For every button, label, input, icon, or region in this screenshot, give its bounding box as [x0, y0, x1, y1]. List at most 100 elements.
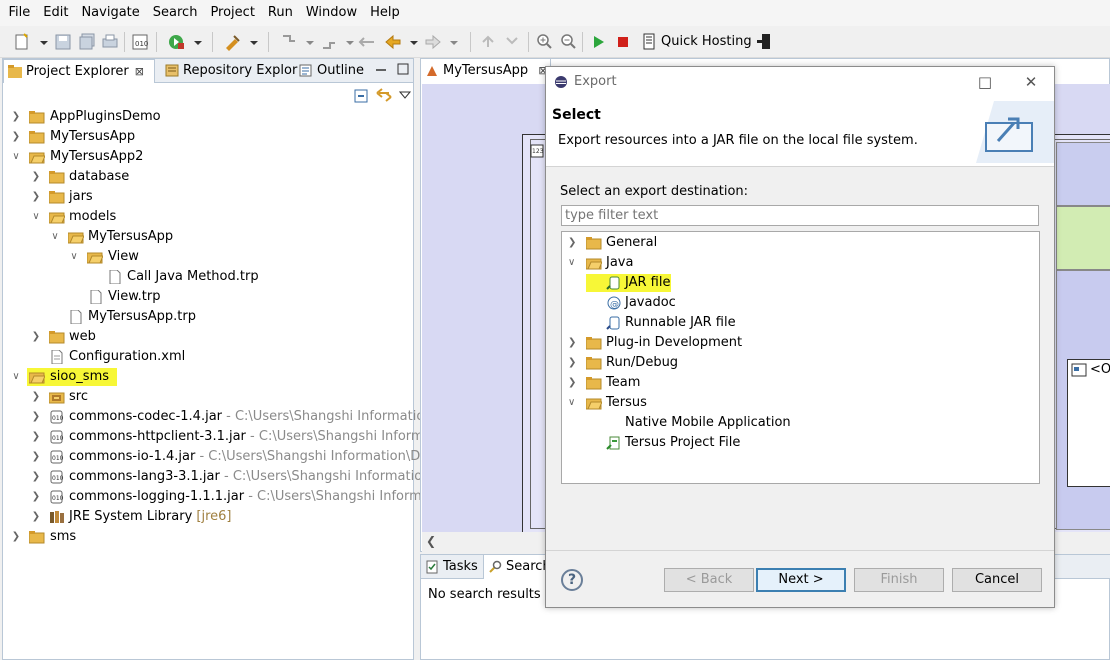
- expand-icon[interactable]: ❯: [568, 233, 576, 253]
- back-button[interactable]: < Back: [664, 568, 754, 592]
- tree-item-call-java-method[interactable]: Call Java Method.trp: [3, 267, 413, 287]
- expand-icon[interactable]: ❯: [11, 527, 21, 547]
- minimize-icon[interactable]: [375, 64, 387, 76]
- model-element-box[interactable]: <O: [1067, 359, 1110, 487]
- save-all-icon[interactable]: [79, 33, 95, 51]
- scroll-left-icon[interactable]: ❮: [426, 534, 436, 548]
- tree-item-web[interactable]: ❯ web: [3, 327, 413, 347]
- tree-item-jar[interactable]: ❯ 010 commons-io-1.4.jar - C:\Users\Shan…: [3, 447, 456, 467]
- editor-tab-mytersusapp[interactable]: MyTersusApp ⊠: [421, 59, 551, 83]
- menu-help[interactable]: Help: [364, 0, 407, 26]
- save-icon[interactable]: [55, 33, 71, 51]
- wizard-item-tersus-project-file[interactable]: Tersus Project File: [562, 433, 1039, 453]
- tree-item-database[interactable]: ❯ database: [3, 167, 413, 187]
- collapse-icon[interactable]: ∨: [11, 367, 21, 387]
- tree-item-jar[interactable]: ❯ 010 commons-httpclient-3.1.jar - C:\Us…: [3, 427, 457, 447]
- forward-arrow-icon[interactable]: [424, 33, 460, 51]
- zoom-out-icon[interactable]: [560, 33, 576, 51]
- back-arrow-icon[interactable]: [384, 33, 420, 51]
- new-icon[interactable]: [14, 33, 48, 51]
- tree-item-mytersusapp-trp[interactable]: MyTersusApp.trp: [3, 307, 413, 327]
- expand-icon[interactable]: ❯: [31, 187, 41, 207]
- collapse-icon[interactable]: ∨: [69, 247, 79, 267]
- expand-icon[interactable]: ❯: [31, 407, 41, 427]
- menu-window[interactable]: Window: [299, 0, 363, 26]
- tree-item-configuration-xml[interactable]: Configuration.xml: [3, 347, 413, 367]
- tab-tasks[interactable]: Tasks: [421, 555, 481, 579]
- help-icon[interactable]: ?: [561, 569, 583, 591]
- link-with-editor-icon[interactable]: [375, 87, 393, 103]
- expand-icon[interactable]: ❯: [31, 487, 41, 507]
- wizard-category-plugin-development[interactable]: ❯ Plug-in Development: [562, 333, 1039, 353]
- mobile-device-icon[interactable]: [756, 33, 772, 51]
- expand-icon[interactable]: ❯: [568, 373, 576, 393]
- expand-icon[interactable]: ❯: [31, 467, 41, 487]
- tree-item-sms[interactable]: ❯ sms: [3, 527, 413, 547]
- finish-button[interactable]: Finish: [854, 568, 944, 592]
- prev-annotation-icon[interactable]: [320, 33, 356, 51]
- wizard-category-tersus[interactable]: ∨ Tersus: [562, 393, 1039, 413]
- undo-icon[interactable]: [480, 33, 496, 51]
- tree-item-view[interactable]: ∨ View: [3, 247, 413, 267]
- print-icon[interactable]: [102, 33, 118, 51]
- dialog-title-bar[interactable]: Export □ ✕: [546, 67, 1054, 97]
- menu-search[interactable]: Search: [146, 0, 204, 26]
- next-button[interactable]: Next >: [756, 568, 846, 592]
- tree-item-sioo-sms[interactable]: ∨ sioo_sms: [3, 367, 413, 387]
- collapse-all-icon[interactable]: [353, 88, 369, 104]
- tree-item-jar[interactable]: ❯ 010 commons-codec-1.4.jar - C:\Users\S…: [3, 407, 455, 427]
- stop-icon[interactable]: [616, 33, 632, 51]
- tree-item-mytersusapp[interactable]: ❯ MyTersusApp: [3, 127, 413, 147]
- tree-item-mytersusapp-model[interactable]: ∨ MyTersusApp: [3, 227, 413, 247]
- wizard-item-native-mobile-application[interactable]: Native Mobile Application: [562, 413, 1039, 433]
- wizard-item-jar-file[interactable]: JAR file: [562, 273, 1039, 293]
- wizard-category-java[interactable]: ∨ Java: [562, 253, 1039, 273]
- expand-icon[interactable]: ❯: [11, 127, 21, 147]
- wizard-category-run-debug[interactable]: ❯ Run/Debug: [562, 353, 1039, 373]
- binary-icon[interactable]: 010: [132, 33, 148, 51]
- wizard-item-runnable-jar[interactable]: Runnable JAR file: [562, 313, 1039, 333]
- menu-navigate[interactable]: Navigate: [75, 0, 146, 26]
- collapse-icon[interactable]: ∨: [568, 253, 575, 273]
- maximize-icon[interactable]: [397, 63, 409, 75]
- tree-item-jar[interactable]: ❯ 010 commons-lang3-3.1.jar - C:\Users\S…: [3, 467, 453, 487]
- close-icon[interactable]: ✕: [1020, 71, 1042, 93]
- run-config-icon[interactable]: [168, 33, 204, 51]
- collapse-icon[interactable]: ∨: [568, 393, 575, 413]
- tree-item-src[interactable]: ❯ src: [3, 387, 413, 407]
- tree-item-mytersusapp2[interactable]: ∨ MyTersusApp2: [3, 147, 413, 167]
- tab-search[interactable]: Search: [483, 555, 551, 579]
- menu-run[interactable]: Run: [261, 0, 299, 26]
- expand-icon[interactable]: ❯: [31, 167, 41, 187]
- tree-item-view-trp[interactable]: View.trp: [3, 287, 413, 307]
- quick-hosting-icon[interactable]: [641, 33, 657, 51]
- run-icon[interactable]: [591, 33, 607, 51]
- tree-item-jar[interactable]: ❯ 010 commons-logging-1.1.1.jar - C:\Use…: [3, 487, 455, 507]
- quick-hosting-label[interactable]: Quick Hosting: [661, 34, 752, 49]
- close-icon[interactable]: ⊠: [135, 65, 144, 78]
- expand-icon[interactable]: ❯: [31, 447, 41, 467]
- expand-icon[interactable]: ❯: [31, 327, 41, 347]
- expand-icon[interactable]: ❯: [568, 353, 576, 373]
- collapse-icon[interactable]: ∨: [11, 147, 21, 167]
- zoom-in-icon[interactable]: [536, 33, 552, 51]
- wizard-item-javadoc[interactable]: @ Javadoc: [562, 293, 1039, 313]
- tab-outline[interactable]: Outline: [295, 59, 365, 83]
- redo-icon[interactable]: [504, 33, 520, 51]
- tool-icon[interactable]: [224, 33, 260, 51]
- expand-icon[interactable]: ❯: [568, 333, 576, 353]
- menu-file[interactable]: File: [2, 0, 37, 26]
- view-menu-icon[interactable]: [399, 89, 411, 101]
- tree-item-jre-system-library[interactable]: ❯ JRE System Library [jre6]: [3, 507, 413, 527]
- menu-project[interactable]: Project: [204, 0, 261, 26]
- tab-repository-explorer[interactable]: Repository Explor: [161, 59, 297, 83]
- expand-icon[interactable]: ❯: [31, 387, 41, 407]
- tree-item-jars[interactable]: ❯ jars: [3, 187, 413, 207]
- expand-icon[interactable]: ❯: [31, 427, 41, 447]
- wizard-category-general[interactable]: ❯ General: [562, 233, 1039, 253]
- tab-project-explorer[interactable]: Project Explorer ⊠: [3, 59, 155, 83]
- maximize-icon[interactable]: □: [974, 71, 996, 93]
- next-annotation-icon[interactable]: [280, 33, 316, 51]
- last-edit-icon[interactable]: [358, 33, 378, 51]
- collapse-icon[interactable]: ∨: [31, 207, 41, 227]
